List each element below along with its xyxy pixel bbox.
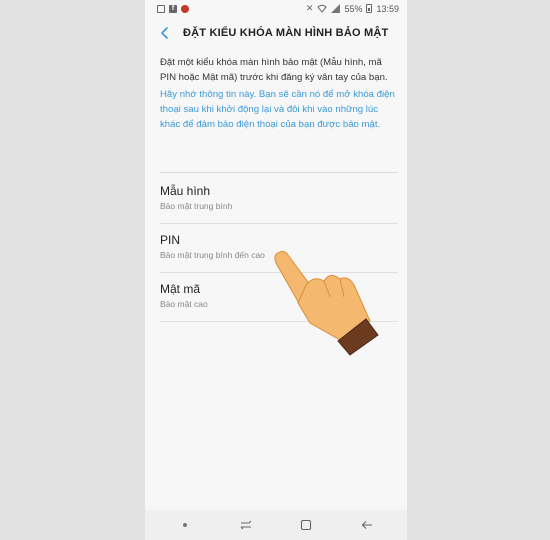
navigation-bar [145,510,407,540]
chevron-left-icon [161,27,168,39]
battery-icon [366,4,373,13]
battery-percent: 55% [344,3,363,14]
status-right: ✕ 55% 13:59 [306,4,399,14]
recent-apps-button[interactable] [231,513,261,537]
status-bar: f ✕ 55% 13:59 [145,0,407,17]
clock: 13:59 [376,3,399,14]
signal-icon [331,4,341,13]
header: ĐẶT KIỂU KHÓA MÀN HÌNH BẢO MẬT [145,18,407,48]
image-notification-icon [157,4,165,13]
pointing-hand-icon [274,250,379,356]
intro-text: Đặt một kiểu khóa màn hình bảo mật (Mẫu … [160,57,388,83]
option-subtitle: Bảo mật trung bình [160,201,233,211]
back-nav-button[interactable] [352,513,382,537]
nav-dot-button[interactable] [170,513,200,537]
option-title: Mẫu hình [160,184,211,198]
divider [160,172,398,173]
status-left: f [157,4,189,13]
option-pattern[interactable]: Mẫu hình Bảo mật trung bình [160,175,398,224]
app-notification-icon [181,4,189,13]
facebook-notification-icon: f [169,4,177,13]
home-button[interactable] [291,513,321,537]
back-arrow-icon [361,521,372,529]
recent-apps-icon [240,520,252,530]
page-title: ĐẶT KIỂU KHÓA MÀN HÌNH BẢO MẬT [183,27,389,39]
mute-icon: ✕ [305,3,314,13]
dot-icon [183,523,188,527]
info-text: Hãy nhớ thông tin này. Bạn sẽ cần nó để … [160,89,395,130]
description: Đặt một kiểu khóa màn hình bảo mật (Mẫu … [160,55,398,132]
home-icon [301,519,312,531]
back-button[interactable] [153,21,177,45]
wifi-icon [317,4,328,13]
